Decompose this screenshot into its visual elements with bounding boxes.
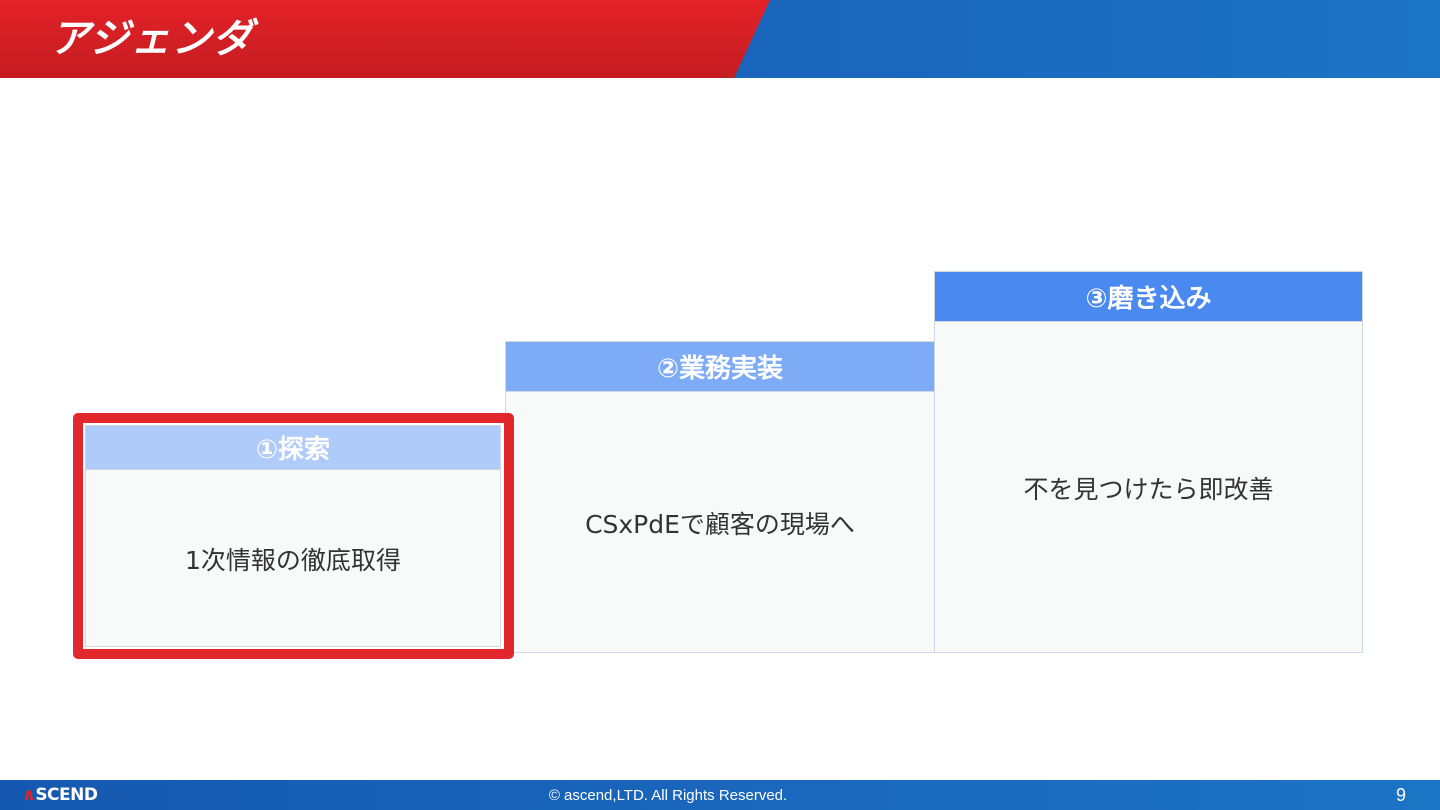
slide-header: アジェンダ	[0, 0, 1440, 78]
slide-footer: ∧SCEND © ascend,LTD. All Rights Reserved…	[0, 780, 1440, 810]
current-step-highlight	[73, 413, 514, 659]
page-number: 9	[1395, 785, 1406, 805]
step-implementation-title: ②業務実装	[506, 342, 934, 392]
step-refinement: ③磨き込み 不を見つけたら即改善	[934, 271, 1363, 653]
page-title: アジェンダ	[50, 16, 254, 62]
copyright-text: © ascend,LTD. All Rights Reserved.	[548, 787, 788, 804]
step-refinement-body: 不を見つけたら即改善	[1023, 475, 1274, 504]
step-implementation: ②業務実装 CSxPdEで顧客の現場へ	[505, 341, 935, 653]
step-refinement-title: ③磨き込み	[935, 272, 1362, 322]
step-implementation-body: CSxPdEで顧客の現場へ	[585, 510, 855, 539]
